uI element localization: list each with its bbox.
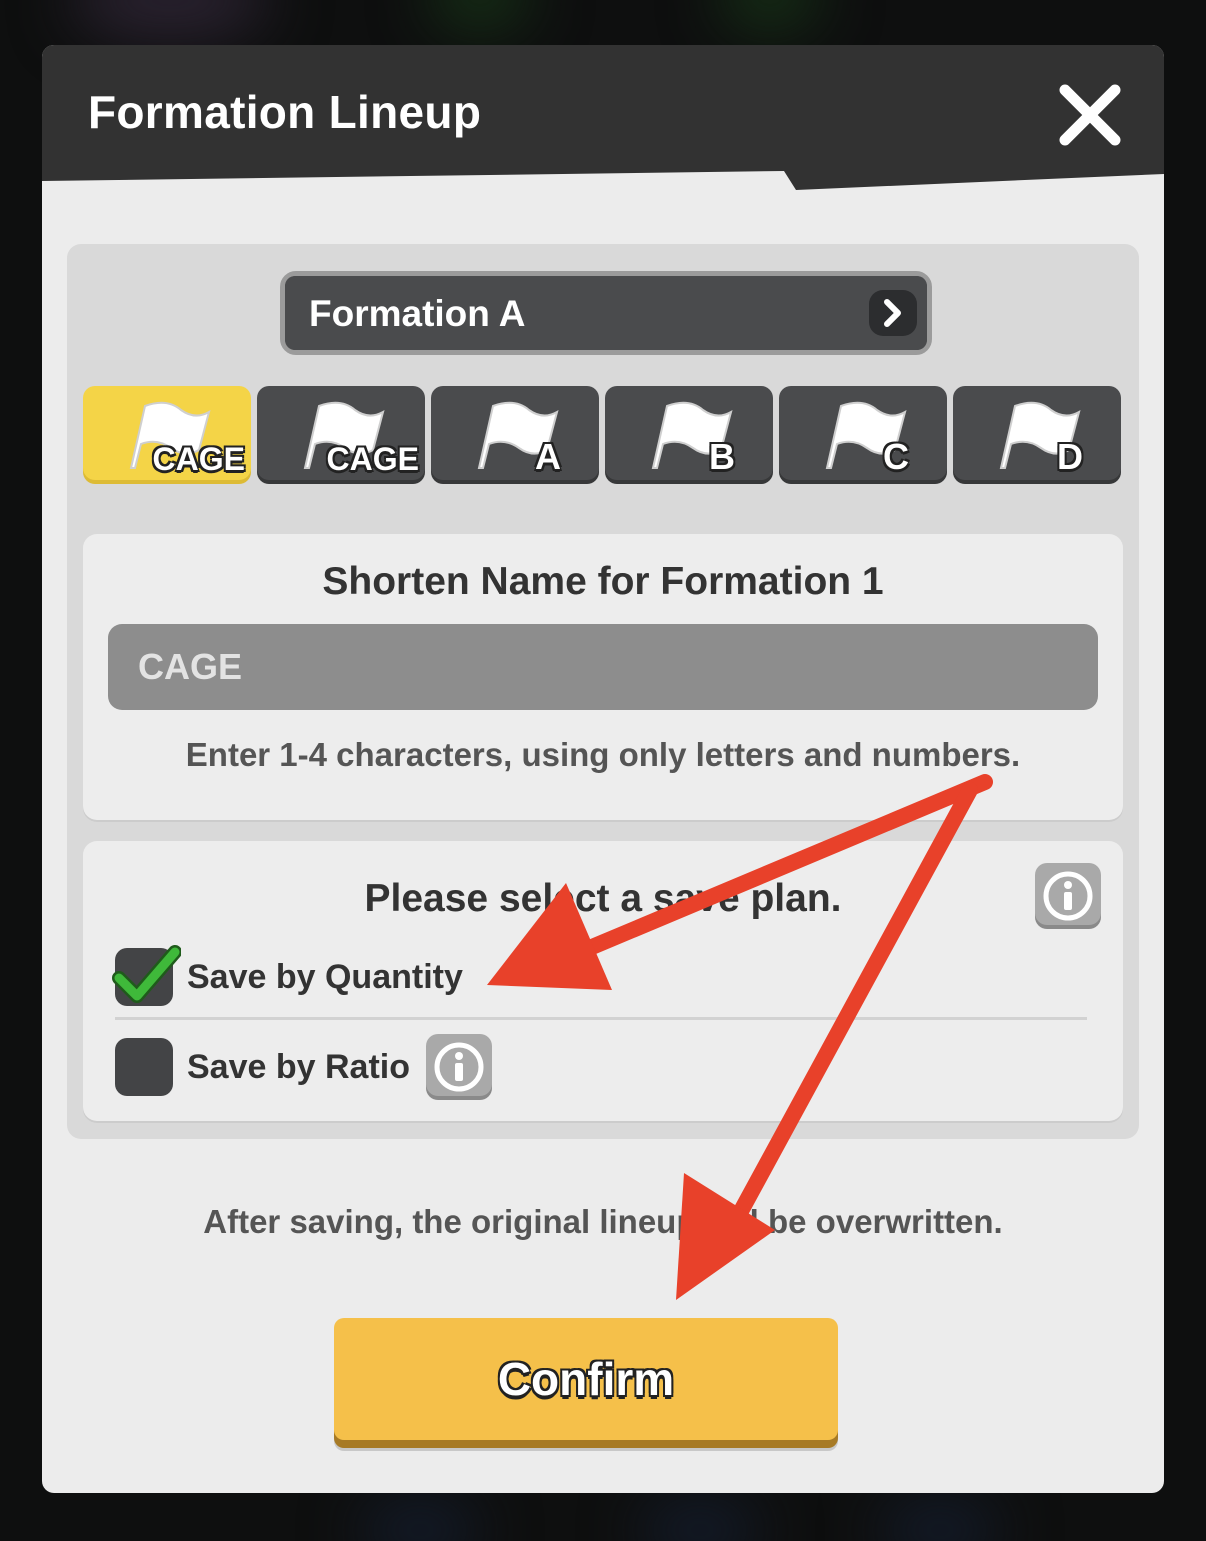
tab-label: C bbox=[883, 436, 909, 477]
shorten-name-card: Shorten Name for Formation 1 Enter 1-4 c… bbox=[83, 534, 1123, 820]
save-by-quantity-checkbox[interactable] bbox=[112, 945, 181, 1006]
save-by-ratio-label: Save by Ratio bbox=[187, 1047, 410, 1086]
tab-b[interactable]: B bbox=[605, 386, 773, 484]
tab-cage-2[interactable]: CAGE bbox=[257, 386, 425, 484]
save-by-ratio-option[interactable]: Save by Ratio bbox=[115, 1034, 492, 1100]
name-hint: Enter 1-4 characters, using only letters… bbox=[185, 736, 1021, 773]
close-icon bbox=[1059, 84, 1121, 146]
overwrite-warning: After saving, the original lineup will b… bbox=[203, 1203, 1003, 1240]
formation-selector[interactable]: Formation A bbox=[280, 271, 932, 355]
confirm-label: Confirm bbox=[497, 1353, 675, 1405]
tab-cage-1[interactable]: CAGE bbox=[83, 386, 251, 484]
formation-selector-body: Formation A bbox=[285, 276, 927, 350]
close-button[interactable] bbox=[1050, 75, 1130, 155]
background-glow bbox=[640, 1500, 760, 1541]
save-by-quantity-option[interactable]: Save by Quantity bbox=[112, 945, 463, 1007]
formation-tabs: CAGE CAGE A B C D bbox=[83, 386, 1123, 486]
shorten-name-title: Shorten Name for Formation 1 bbox=[322, 560, 884, 603]
save-by-ratio-checkbox[interactable] bbox=[115, 1038, 173, 1096]
tab-label: CAGE bbox=[152, 441, 245, 477]
tab-label: D bbox=[1057, 436, 1083, 477]
chevron-right-icon bbox=[884, 299, 901, 327]
option-divider bbox=[115, 1017, 1087, 1020]
formation-label: Formation A bbox=[309, 293, 526, 334]
tab-label: A bbox=[535, 436, 561, 477]
shorten-name-input[interactable] bbox=[108, 624, 1098, 710]
tab-d[interactable]: D bbox=[953, 386, 1121, 484]
background-glow bbox=[430, 0, 530, 30]
info-icon bbox=[434, 1042, 484, 1092]
save-plan-info-button[interactable] bbox=[1035, 863, 1101, 929]
dialog-title: Formation Lineup bbox=[88, 86, 482, 138]
main-panel: Formation A CAGE CAGE A B C D Shorten Na… bbox=[67, 244, 1139, 1139]
tab-a[interactable]: A bbox=[431, 386, 599, 484]
save-plan-title: Please select a save plan. bbox=[364, 877, 842, 920]
formation-next-button[interactable] bbox=[869, 290, 917, 336]
background-glow bbox=[880, 1500, 1000, 1541]
check-icon bbox=[112, 945, 181, 1003]
background-glow bbox=[720, 0, 820, 30]
background-glow bbox=[360, 1500, 480, 1541]
save-by-quantity-label: Save by Quantity bbox=[187, 957, 463, 996]
tab-label: B bbox=[709, 436, 735, 477]
save-plan-card: Please select a save plan. Save by Quant… bbox=[83, 841, 1123, 1121]
tab-label: CAGE bbox=[326, 441, 419, 477]
save-by-ratio-info-button[interactable] bbox=[425, 1034, 492, 1100]
background-glow bbox=[70, 0, 270, 40]
confirm-button[interactable]: Confirm bbox=[334, 1318, 838, 1440]
tab-c[interactable]: C bbox=[779, 386, 947, 484]
info-icon bbox=[1043, 871, 1093, 921]
formation-lineup-dialog: Formation Lineup Formation A CAGE CAGE A… bbox=[42, 45, 1164, 1493]
